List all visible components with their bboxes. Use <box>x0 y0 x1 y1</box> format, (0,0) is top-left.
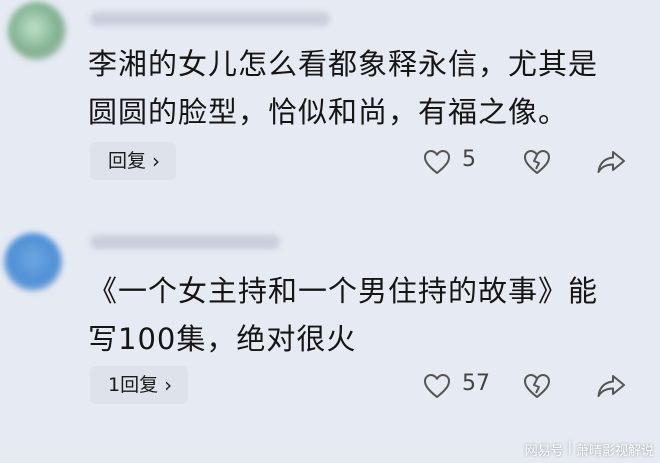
watermark-author: 萧晴影视解说 <box>575 444 654 459</box>
like-count: 57 <box>462 371 490 396</box>
comment-item: 李湘的女儿怎么看都象释永信，尤其是圆圆的脸型，恰似和尚，有福之像。 回复 › 5 <box>0 0 660 225</box>
share-arrow-icon[interactable] <box>596 149 626 175</box>
username-blurred[interactable] <box>90 12 330 26</box>
broken-heart-icon[interactable] <box>523 148 551 176</box>
share-arrow-icon[interactable] <box>596 373 626 399</box>
username-blurred[interactable] <box>90 235 280 249</box>
comment-text: 李湘的女儿怎么看都象释永信，尤其是圆圆的脸型，恰似和尚，有福之像。 <box>88 47 599 129</box>
comment-text: 《一个女主持和一个男住持的故事》能写100集，绝对很火 <box>88 274 599 356</box>
heart-icon[interactable] <box>423 373 451 399</box>
watermark-brand: 网易号 <box>524 444 564 459</box>
comment-item: 《一个女主持和一个男住持的故事》能写100集，绝对很火 1回复 › 57 <box>0 225 660 445</box>
watermark: 网易号 | 萧晴影视解说 <box>525 440 654 459</box>
avatar[interactable] <box>4 233 62 291</box>
heart-icon[interactable] <box>423 149 451 175</box>
watermark-separator: | <box>567 440 572 455</box>
comment-actions: 57 <box>0 365 660 405</box>
avatar[interactable] <box>8 2 66 60</box>
broken-heart-icon[interactable] <box>523 372 551 400</box>
like-count: 5 <box>462 147 476 172</box>
comment-actions: 5 <box>0 141 660 181</box>
